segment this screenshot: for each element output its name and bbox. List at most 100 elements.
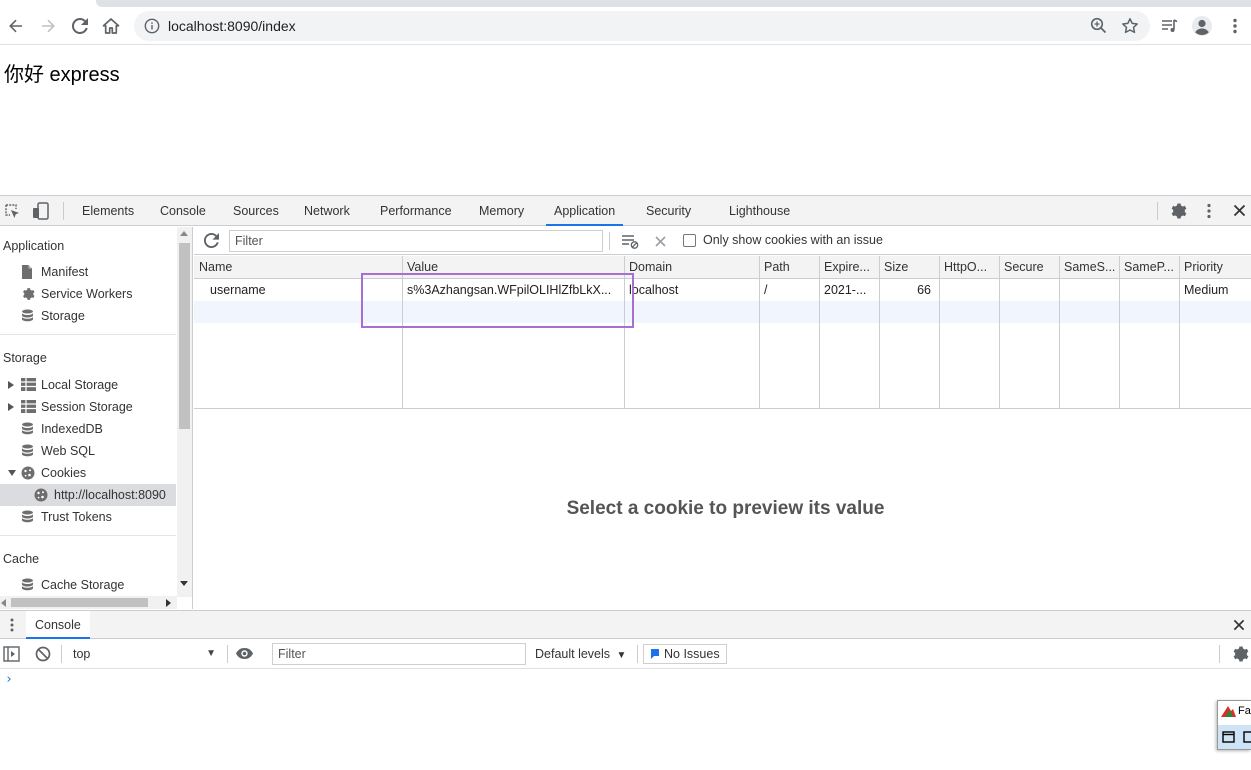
checkbox[interactable] [683, 234, 696, 247]
bookmark-star-icon[interactable] [1121, 17, 1139, 35]
database-icon [22, 444, 33, 457]
scrollbar-thumb[interactable] [179, 243, 190, 429]
triangle-down-icon[interactable] [8, 470, 16, 476]
profile-button[interactable] [1189, 13, 1215, 39]
toolbar-separator [227, 645, 228, 663]
column-divider[interactable] [1119, 256, 1120, 408]
arrow-left-icon [9, 19, 22, 33]
scroll-left-arrow-icon[interactable] [1, 599, 6, 607]
triangle-right-icon[interactable] [8, 403, 14, 411]
tab-sources[interactable]: Sources [225, 196, 287, 226]
column-divider[interactable] [879, 256, 880, 408]
device-toolbar-icon[interactable] [32, 202, 50, 220]
window-icon[interactable] [1243, 731, 1251, 743]
arrow-right-icon [42, 19, 55, 33]
log-levels-dropdown[interactable]: Default levels ▼ [535, 644, 626, 666]
eye-icon[interactable] [235, 647, 254, 660]
triangle-right-icon[interactable] [8, 381, 14, 389]
floating-window-fragment[interactable]: Fa [1217, 700, 1251, 750]
tab-application[interactable]: Application [546, 196, 624, 226]
drawer-menu-icon[interactable] [10, 618, 14, 632]
info-icon[interactable] [144, 18, 160, 34]
drawer-tab-console[interactable]: Console [26, 611, 90, 639]
toolbar-separator [609, 232, 610, 250]
tab-performance[interactable]: Performance [372, 196, 460, 226]
cookie-icon [34, 488, 48, 502]
document-icon [22, 265, 32, 279]
tab-strip-background [96, 0, 1251, 7]
tab-console[interactable]: Console [152, 196, 214, 226]
show-sidebar-icon[interactable] [3, 646, 20, 662]
more-vertical-icon[interactable] [1207, 203, 1211, 219]
tab-memory[interactable]: Memory [471, 196, 532, 226]
tab-lighthouse[interactable]: Lighthouse [721, 196, 798, 226]
drawer-tab-bar: Console [0, 610, 1251, 639]
column-divider[interactable] [999, 256, 1000, 408]
drawer-close-icon[interactable] [1233, 619, 1245, 631]
table-row-empty[interactable] [194, 301, 1251, 323]
table-header: Name Value Domain Path Expire... Size Ht… [194, 256, 1251, 279]
column-divider[interactable] [939, 256, 940, 408]
sidebar-section-storage: Storage [3, 351, 47, 365]
console-prompt[interactable]: › [5, 672, 13, 687]
window-icon[interactable] [1222, 731, 1235, 743]
clear-filtered-cookies-icon[interactable] [621, 233, 639, 249]
sidebar-horizontal-scrollbar[interactable] [0, 596, 177, 609]
sidebar-section-application: Application [3, 239, 65, 253]
page-content: 你好 express [0, 46, 1251, 196]
address-bar[interactable]: localhost:8090/index [134, 11, 1150, 41]
column-header-secure[interactable]: Secure [999, 256, 1059, 279]
back-button[interactable] [3, 13, 29, 39]
column-header-expires[interactable]: Expire... [819, 256, 879, 279]
settings-gear-icon[interactable] [1169, 202, 1187, 220]
tab-separator [1157, 202, 1158, 220]
scrollbar-thumb[interactable] [11, 598, 148, 607]
context-selector[interactable]: top ▼ [64, 644, 220, 664]
home-button[interactable] [98, 13, 124, 39]
forward-button[interactable] [35, 13, 61, 39]
avatar-icon [1192, 16, 1212, 36]
column-header-httponly[interactable]: HttpO... [939, 256, 999, 279]
reload-button[interactable] [67, 13, 93, 39]
tab-security[interactable]: Security [638, 196, 699, 226]
scroll-right-arrow-icon[interactable] [166, 599, 171, 607]
zoom-icon[interactable] [1090, 17, 1107, 34]
console-filter-input[interactable]: Filter [272, 643, 526, 665]
cookie-filter-input[interactable]: Filter [229, 230, 603, 252]
console-output[interactable]: › [0, 670, 1251, 770]
more-vertical-icon [1233, 18, 1237, 34]
column-header-path[interactable]: Path [759, 256, 819, 279]
delete-selected-icon[interactable] [655, 236, 666, 247]
scroll-down-arrow-icon[interactable] [180, 581, 188, 586]
cell-path: / [764, 283, 768, 297]
column-header-domain[interactable]: Domain [624, 256, 759, 279]
column-header-sameparty[interactable]: SameP... [1119, 256, 1179, 279]
media-queue-icon [1162, 19, 1178, 32]
cookies-table: Name Value Domain Path Expire... Size Ht… [194, 256, 1251, 409]
column-divider[interactable] [1179, 256, 1180, 408]
column-divider[interactable] [819, 256, 820, 408]
column-header-priority[interactable]: Priority [1179, 256, 1251, 279]
sidebar-divider [0, 334, 176, 335]
url-text[interactable]: localhost:8090/index [168, 18, 296, 34]
scroll-up-arrow-icon[interactable] [180, 231, 188, 236]
table-row[interactable]: username s%3Azhangsan.WFpilOLIHlZfbLkX..… [194, 279, 1251, 301]
media-button[interactable] [1157, 13, 1183, 39]
clear-console-icon[interactable] [35, 646, 51, 662]
database-icon [22, 309, 33, 322]
column-divider[interactable] [759, 256, 760, 408]
browser-menu-button[interactable] [1222, 13, 1248, 39]
column-header-size[interactable]: Size [879, 256, 939, 279]
column-divider[interactable] [1059, 256, 1060, 408]
tab-network[interactable]: Network [296, 196, 358, 226]
cookie-icon [21, 466, 35, 480]
close-icon[interactable] [1233, 204, 1246, 217]
tab-elements[interactable]: Elements [74, 196, 142, 226]
column-header-samesite[interactable]: SameS... [1059, 256, 1119, 279]
sidebar-vertical-scrollbar[interactable] [177, 227, 192, 597]
issues-button[interactable]: No Issues [643, 644, 727, 664]
inspect-element-icon[interactable] [4, 203, 21, 220]
console-settings-gear-icon[interactable] [1231, 645, 1249, 663]
issue-flag-icon [651, 649, 659, 659]
refresh-icon[interactable] [204, 233, 219, 248]
